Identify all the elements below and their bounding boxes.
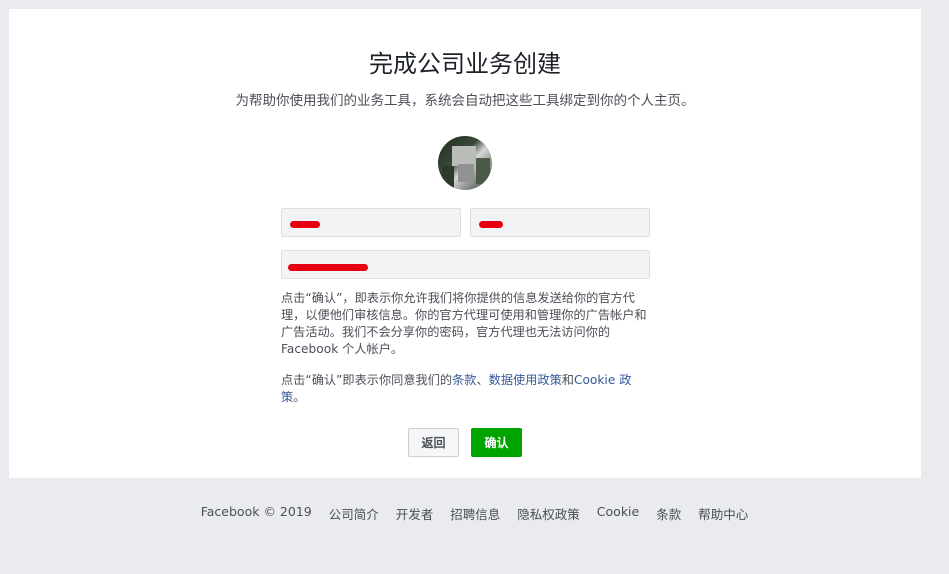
terms-separator: 、 [476, 373, 489, 387]
footer-link-terms[interactable]: 条款 [656, 504, 681, 523]
confirm-disclaimer: 点击“确认”，即表示你允许我们将你提供的信息发送给你的官方代理，以便他们审核信息… [281, 291, 647, 356]
back-button[interactable]: 返回 [408, 428, 459, 457]
email-field[interactable] [281, 250, 650, 279]
footer-link-careers[interactable]: 招聘信息 [450, 504, 500, 523]
terms-suffix: 。 [293, 390, 306, 404]
page-footer: Facebook © 2019 公司简介 开发者 招聘信息 隐私权政策 Cook… [0, 504, 949, 523]
business-setup-card: 完成公司业务创建 为帮助你使用我们的业务工具，系统会自动把这些工具绑定到你的个人… [9, 9, 921, 478]
footer-link-help[interactable]: 帮助中心 [698, 504, 748, 523]
footer-link-privacy[interactable]: 隐私权政策 [517, 504, 580, 523]
profile-avatar [438, 136, 492, 190]
last-name-field[interactable] [470, 208, 650, 237]
confirm-button[interactable]: 确认 [471, 428, 522, 457]
footer-link-developers[interactable]: 开发者 [396, 504, 434, 523]
page-subtitle: 为帮助你使用我们的业务工具，系统会自动把这些工具绑定到你的个人主页。 [235, 93, 695, 109]
first-name-field[interactable] [281, 208, 461, 237]
redaction-mark [290, 221, 320, 228]
page-title: 完成公司业务创建 [369, 50, 561, 78]
terms-notice: 点击“确认”即表示你同意我们的条款、数据使用政策和Cookie 政策。 [281, 372, 653, 406]
footer-link-cookie[interactable]: Cookie [597, 504, 639, 523]
terms-separator: 和 [561, 373, 574, 387]
redaction-mark [479, 221, 503, 228]
footer-link-about[interactable]: 公司简介 [329, 504, 379, 523]
redaction-mark [288, 264, 368, 271]
data-policy-link[interactable]: 数据使用政策 [489, 373, 562, 387]
footer-copyright: Facebook © 2019 [200, 504, 312, 519]
terms-link[interactable]: 条款 [452, 373, 476, 387]
terms-prefix: 点击“确认”即表示你同意我们的 [281, 373, 453, 387]
